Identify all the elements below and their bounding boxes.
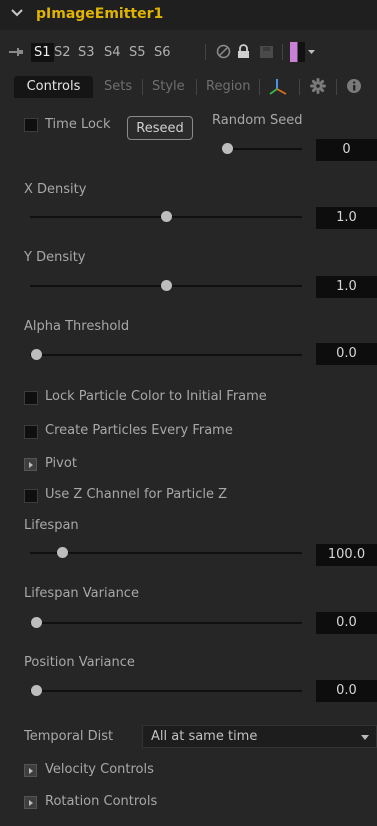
lock-particle-color-label: Lock Particle Color to Initial Frame	[45, 389, 267, 404]
create-particles-label: Create Particles Every Frame	[45, 423, 233, 438]
disable-icon[interactable]	[216, 44, 231, 59]
rotation-controls-label[interactable]: Rotation Controls	[45, 794, 157, 809]
position-variance-slider-track[interactable]	[30, 690, 302, 692]
slot-s5[interactable]: S5	[129, 43, 146, 62]
divider	[336, 79, 337, 95]
slot-s1[interactable]: S1	[31, 43, 54, 62]
alpha-threshold-label: Alpha Threshold	[24, 319, 130, 334]
pivot-label[interactable]: Pivot	[45, 456, 77, 471]
color-swatch-icon[interactable]	[290, 42, 305, 62]
x-density-value[interactable]: 1.0	[316, 207, 377, 229]
reseed-button[interactable]: Reseed	[127, 116, 193, 140]
y-density-slider-handle[interactable]	[161, 280, 172, 291]
alpha-threshold-value[interactable]: 0.0	[316, 343, 377, 365]
position-variance-value[interactable]: 0.0	[316, 680, 377, 702]
temporal-dist-label: Temporal Dist	[24, 729, 114, 744]
save-icon[interactable]	[260, 46, 273, 58]
y-density-label: Y Density	[24, 250, 86, 265]
version-slots-bar: S1 S2 S3 S4 S5 S6	[0, 40, 377, 65]
y-density-value[interactable]: 1.0	[316, 276, 377, 298]
gear-icon[interactable]	[310, 78, 326, 94]
divider	[259, 79, 260, 95]
lock-icon[interactable]	[237, 44, 250, 59]
tool-header[interactable]: pImageEmitter1	[0, 0, 377, 30]
slot-s4[interactable]: S4	[104, 43, 121, 62]
inspector-panel: pImageEmitter1 S1 S2 S3 S4 S5 S6 Control…	[0, 0, 377, 826]
divider	[205, 44, 206, 60]
x-density-slider-handle[interactable]	[161, 211, 172, 222]
tab-region[interactable]: Region	[206, 76, 251, 98]
temporal-dist-value: All at same time	[151, 729, 258, 744]
random-seed-slider-track[interactable]	[222, 148, 302, 150]
slot-s2[interactable]: S2	[54, 43, 71, 62]
divider	[142, 79, 143, 95]
random-seed-value[interactable]: 0	[316, 139, 377, 161]
divider	[299, 79, 300, 95]
lifespan-slider-track[interactable]	[30, 552, 302, 554]
divider	[282, 44, 283, 60]
velocity-controls-label[interactable]: Velocity Controls	[45, 762, 154, 777]
tab-style[interactable]: Style	[152, 76, 185, 98]
lifespan-variance-slider-track[interactable]	[30, 622, 302, 624]
chevron-down-icon	[361, 735, 369, 740]
lifespan-label: Lifespan	[24, 518, 79, 533]
use-z-channel-label: Use Z Channel for Particle Z	[45, 487, 228, 502]
info-icon[interactable]	[346, 78, 362, 94]
lifespan-slider-handle[interactable]	[57, 547, 68, 558]
tabs-bar: Controls Sets Style Region	[0, 73, 377, 98]
position-variance-label: Position Variance	[24, 655, 135, 670]
chevron-down-icon[interactable]	[308, 50, 315, 54]
tab-sets[interactable]: Sets	[104, 76, 132, 98]
time-lock-label: Time Lock	[45, 117, 111, 132]
tab-controls[interactable]: Controls	[14, 76, 93, 98]
expander-arrow-icon[interactable]	[24, 764, 37, 777]
alpha-threshold-slider-track[interactable]	[30, 354, 302, 356]
create-particles-checkbox[interactable]	[24, 425, 38, 439]
tool-name: pImageEmitter1	[36, 6, 164, 22]
lifespan-variance-value[interactable]: 0.0	[316, 612, 377, 634]
temporal-dist-dropdown[interactable]: All at same time	[142, 725, 377, 748]
x-density-label: X Density	[24, 182, 87, 197]
lifespan-value[interactable]: 100.0	[316, 544, 377, 566]
slot-s6[interactable]: S6	[154, 43, 171, 62]
pin-icon[interactable]	[9, 47, 23, 57]
divider	[196, 79, 197, 95]
lifespan-variance-label: Lifespan Variance	[24, 586, 139, 601]
axis-icon[interactable]	[269, 78, 287, 96]
random-seed-slider-handle[interactable]	[222, 143, 233, 154]
alpha-threshold-slider-handle[interactable]	[31, 349, 42, 360]
lifespan-variance-slider-handle[interactable]	[31, 617, 42, 628]
random-seed-label: Random Seed	[212, 113, 303, 128]
time-lock-checkbox[interactable]	[24, 118, 38, 132]
slot-s3[interactable]: S3	[78, 43, 95, 62]
expander-arrow-icon[interactable]	[24, 796, 37, 809]
position-variance-slider-handle[interactable]	[31, 685, 42, 696]
expander-arrow-icon[interactable]	[24, 458, 37, 471]
lock-particle-color-checkbox[interactable]	[24, 391, 38, 405]
chevron-down-icon[interactable]	[11, 7, 23, 19]
use-z-channel-checkbox[interactable]	[24, 489, 38, 503]
